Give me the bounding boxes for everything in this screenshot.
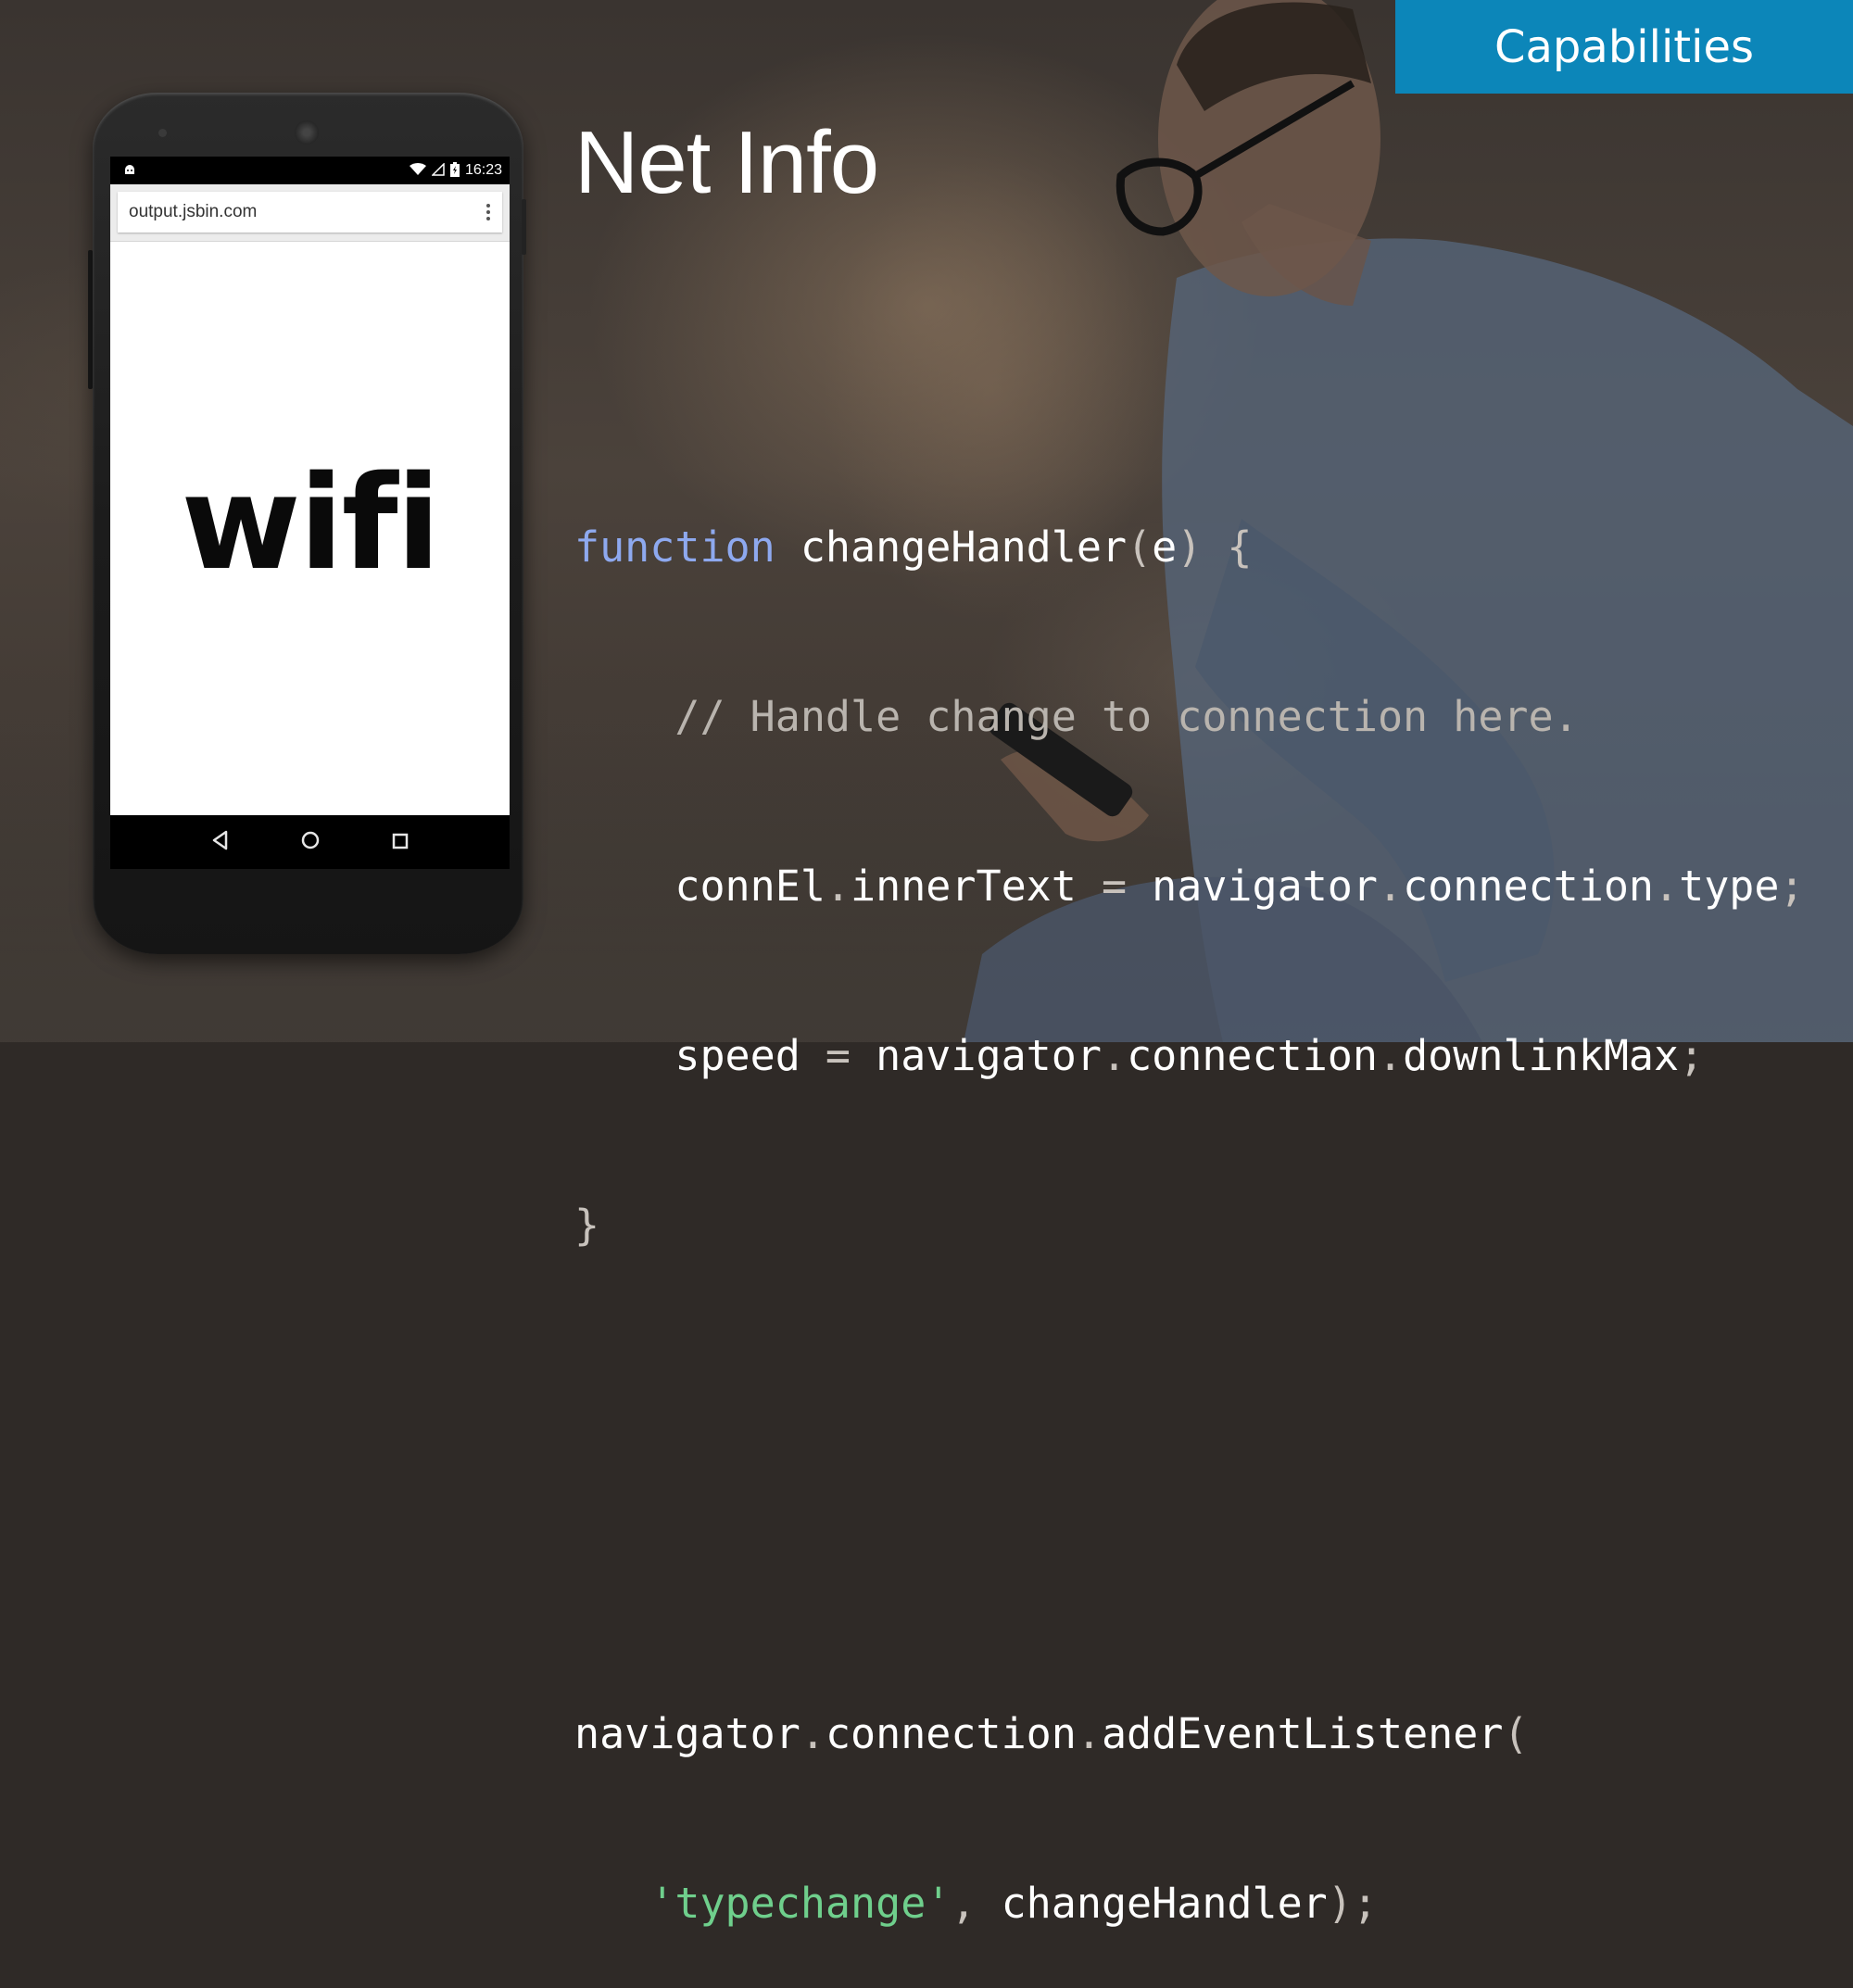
back-icon[interactable] <box>210 830 231 854</box>
code-token: connEl <box>674 862 826 911</box>
cell-signal-icon <box>431 162 445 178</box>
code-dot: . <box>1378 862 1404 911</box>
code-arg: e <box>1152 522 1178 572</box>
android-icon <box>123 163 136 178</box>
code-token: navigator <box>1152 862 1378 911</box>
code-paren-close: ) { <box>1177 522 1253 572</box>
code-equals: = <box>800 1031 876 1080</box>
code-token: navigator <box>574 1709 800 1758</box>
url-text[interactable]: output.jsbin.com <box>129 202 257 222</box>
wifi-signal-icon <box>409 163 426 178</box>
code-semicolon: ; <box>1679 1031 1705 1080</box>
code-paren-close: ); <box>1327 1879 1378 1928</box>
code-dot: . <box>1654 862 1680 911</box>
recents-icon[interactable] <box>391 830 410 854</box>
status-time: 16:23 <box>464 162 502 178</box>
code-paren-open: ( <box>1503 1709 1529 1758</box>
code-line-3: connEl.innerText = navigator.connection.… <box>574 858 1805 914</box>
code-function-name: changeHandler <box>775 522 1128 572</box>
code-block: function changeHandler(e) { // Handle ch… <box>574 406 1805 1988</box>
code-semicolon: ; <box>1779 862 1805 911</box>
home-icon[interactable] <box>300 830 321 854</box>
code-token: addEventListener <box>1101 1709 1504 1758</box>
code-line-5: } <box>574 1197 1805 1253</box>
connection-type-text: wifi <box>181 447 440 599</box>
code-token: downlinkMax <box>1403 1031 1680 1080</box>
code-token: speed <box>674 1031 800 1080</box>
code-token: changeHandler <box>1001 1879 1328 1928</box>
code-comma: , <box>951 1879 1002 1928</box>
code-token: connection <box>1403 862 1655 911</box>
phone-power-button <box>522 199 526 255</box>
code-dot: . <box>800 1709 826 1758</box>
code-dot: . <box>1076 1709 1102 1758</box>
url-bar[interactable]: output.jsbin.com <box>118 192 502 233</box>
code-comment: // Handle change to connection here. <box>674 692 1579 741</box>
status-bar: 16:23 <box>110 157 510 184</box>
code-token: type <box>1679 862 1780 911</box>
code-string: 'typechange' <box>649 1879 952 1928</box>
section-badge: Capabilities <box>1395 0 1853 94</box>
status-icons: 16:23 <box>409 162 502 179</box>
section-badge-label: Capabilities <box>1494 20 1754 73</box>
overflow-menu-icon[interactable] <box>485 204 491 220</box>
code-dot: . <box>1378 1031 1404 1080</box>
code-brace: } <box>574 1201 600 1250</box>
code-line-6: navigator.connection.addEventListener( <box>574 1705 1805 1762</box>
code-token: navigator <box>876 1031 1102 1080</box>
code-paren-open: ( <box>1127 522 1153 572</box>
code-dot: . <box>825 862 851 911</box>
battery-icon <box>449 162 460 179</box>
web-page-content: wifi <box>110 242 510 805</box>
android-nav-bar <box>110 815 510 869</box>
code-dot: . <box>1101 1031 1128 1080</box>
code-token: innerText <box>851 862 1077 911</box>
code-keyword: function <box>574 522 775 572</box>
browser-toolbar: output.jsbin.com <box>110 184 510 242</box>
phone-screen: 16:23 output.jsbin.com wifi <box>110 157 510 869</box>
phone-camera-icon <box>158 129 167 137</box>
code-token: connection <box>825 1709 1077 1758</box>
code-token: connection <box>1127 1031 1378 1080</box>
phone-earpiece <box>295 120 319 145</box>
code-line-1: function changeHandler(e) { <box>574 519 1805 575</box>
slide-title: Net Info <box>574 113 879 212</box>
code-line-7: 'typechange', changeHandler); <box>574 1875 1805 1931</box>
code-equals: = <box>1076 862 1153 911</box>
code-line-2: // Handle change to connection here. <box>574 688 1805 745</box>
code-line-4: speed = navigator.connection.downlinkMax… <box>574 1027 1805 1084</box>
